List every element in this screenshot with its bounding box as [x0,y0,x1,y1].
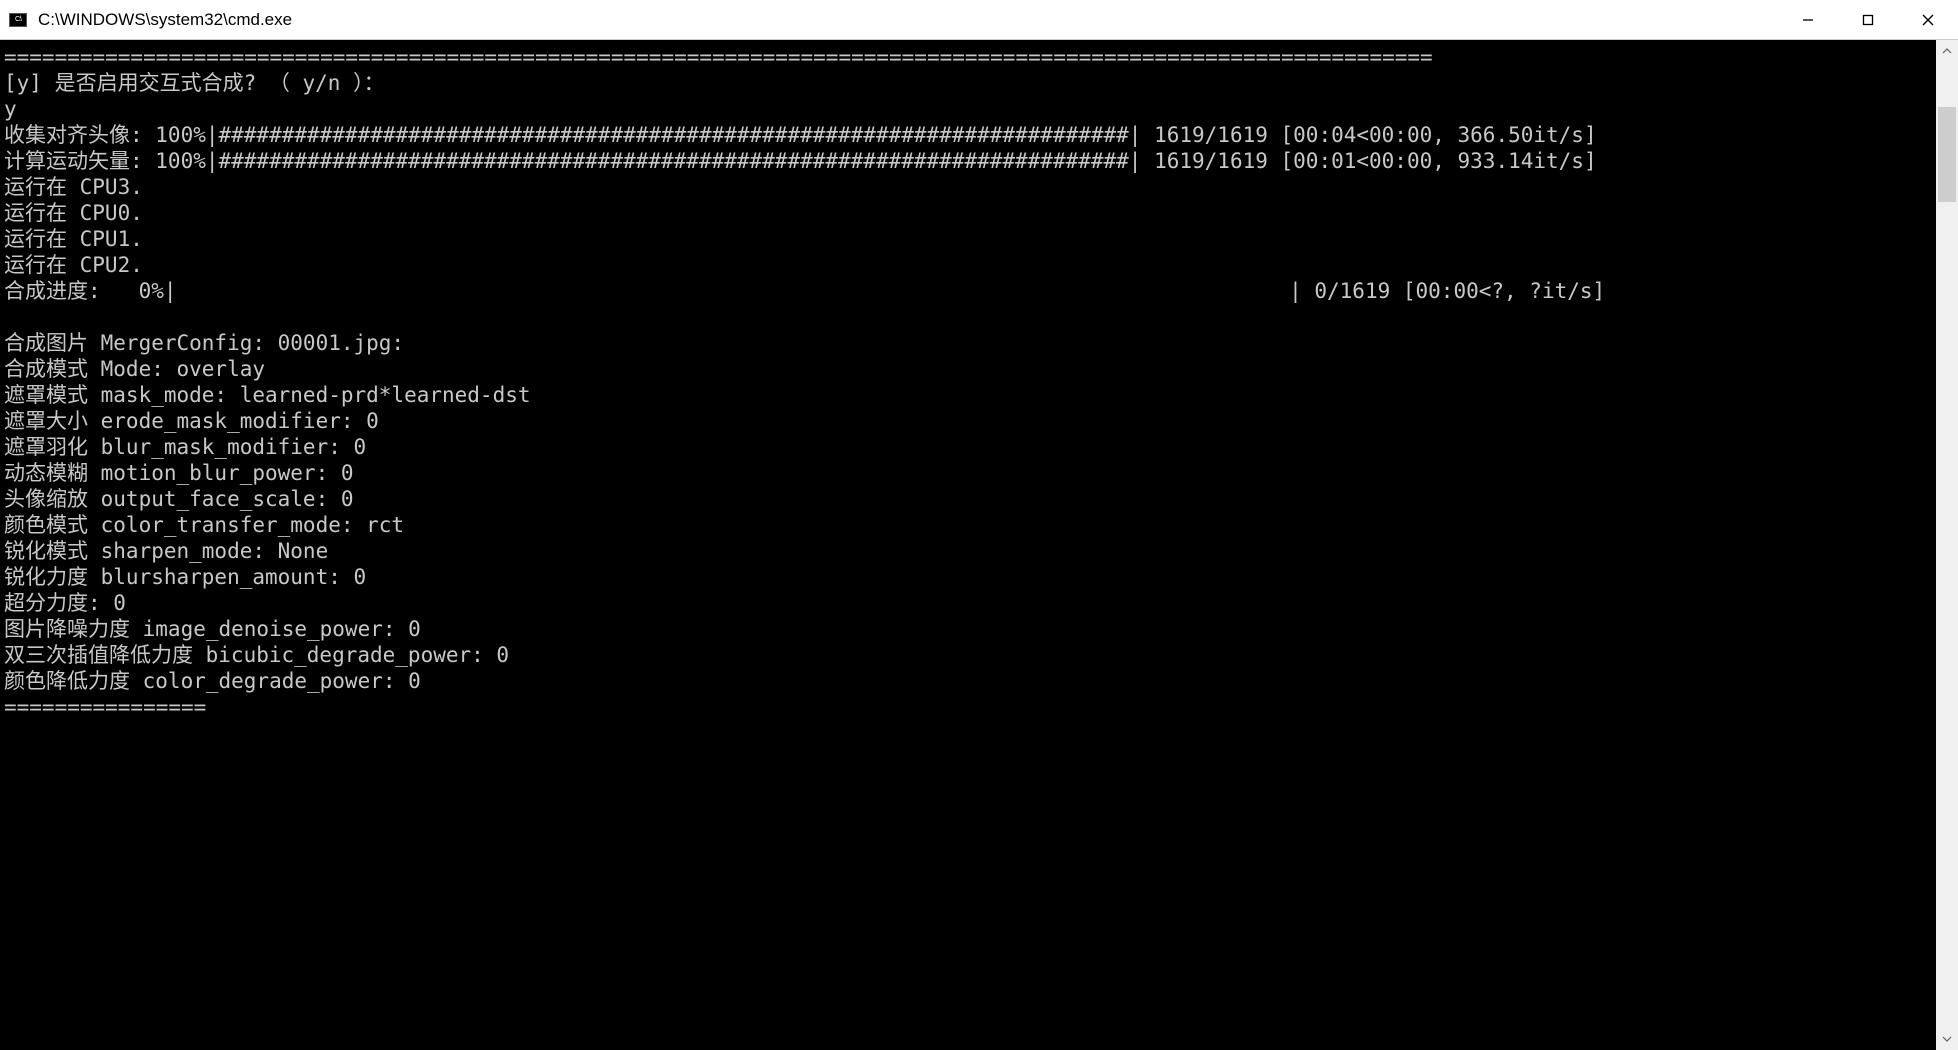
terminal-line: 锐化力度 blursharpen_amount: 0 [4,565,366,589]
terminal-line: 动态模糊 motion_blur_power: 0 [4,461,354,485]
terminal-line: [y] 是否启用交互式合成? （ y/n ）： [4,71,385,95]
scrollbar-thumb[interactable] [1938,107,1956,202]
vertical-scrollbar[interactable] [1936,40,1958,1050]
terminal-line: 运行在 CPU1. [4,227,143,251]
terminal-line: y [4,97,17,121]
terminal-line: 遮罩大小 erode_mask_modifier: 0 [4,409,379,433]
terminal-line: |#######################################… [206,149,1597,173]
terminal-line: 头像缩放 output_face_scale: 0 [4,487,354,511]
cmd-icon [8,10,28,30]
close-button[interactable] [1898,0,1958,39]
titlebar[interactable]: C:\WINDOWS\system32\cmd.exe [0,0,1958,40]
terminal-line: 运行在 CPU3. [4,175,143,199]
window-title: C:\WINDOWS\system32\cmd.exe [38,10,1778,30]
terminal-line: 运行在 CPU2. [4,253,143,277]
terminal-line: 计算运动矢量: 100% [4,149,206,173]
terminal-line: 颜色降低力度 color_degrade_power: 0 [4,669,421,693]
cmd-window: C:\WINDOWS\system32\cmd.exe ============… [0,0,1958,1050]
scrollbar-up-arrow-icon[interactable] [1936,40,1958,62]
terminal-line: 收集对齐头像: 100% [4,123,206,147]
scrollbar-down-arrow-icon[interactable] [1936,1028,1958,1050]
terminal-line: 合成图片 MergerConfig: 00001.jpg: [4,331,404,355]
terminal-line: 运行在 CPU0. [4,201,143,225]
terminal-line: ========================================… [4,45,1433,69]
terminal-line: 图片降噪力度 image_denoise_power: 0 [4,617,421,641]
terminal-line: 超分力度: 0 [4,591,126,615]
scrollbar-track[interactable] [1936,62,1958,1028]
terminal-line: 合成进度: 0% [4,279,164,303]
minimize-button[interactable] [1778,0,1838,39]
terminal-line: 遮罩模式 mask_mode: learned-prd*learned-dst [4,383,531,407]
terminal-line: 颜色模式 color_transfer_mode: rct [4,513,404,537]
terminal-line: 锐化模式 sharpen_mode: None [4,539,328,563]
terminal-line: 双三次插值降低力度 bicubic_degrade_power: 0 [4,643,509,667]
maximize-button[interactable] [1838,0,1898,39]
terminal-line: 遮罩羽化 blur_mask_modifier: 0 [4,435,366,459]
terminal-line: |#######################################… [206,123,1597,147]
terminal-line: 合成模式 Mode: overlay [4,357,265,381]
terminal-area: ========================================… [0,40,1958,1050]
terminal-output[interactable]: ========================================… [0,40,1936,1050]
terminal-line: ================ [4,695,206,719]
window-controls [1778,0,1958,39]
terminal-line: | | 0/1619 [00:00<?, ?it/s] [164,279,1605,303]
